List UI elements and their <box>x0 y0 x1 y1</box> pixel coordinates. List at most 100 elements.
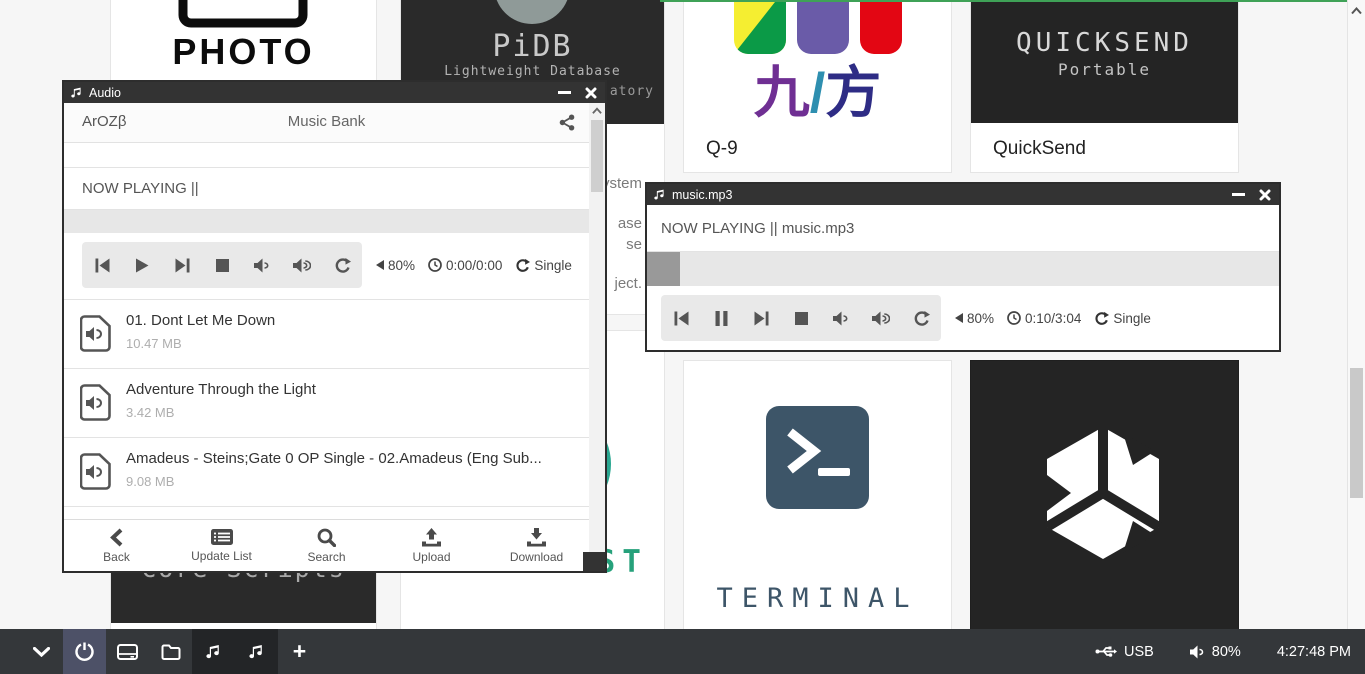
audio-file-icon <box>80 453 111 495</box>
quicksend-label: QuickSend <box>993 138 1086 160</box>
audio-window: Audio ArOZβ Music Bank NOW PLAYING || <box>62 80 607 573</box>
scroll-up-icon[interactable] <box>592 107 602 115</box>
volume-tray-status[interactable]: 80% <box>1190 644 1241 660</box>
skip-forward-button[interactable] <box>741 295 781 341</box>
upload-button[interactable]: Upload <box>379 520 484 571</box>
q9-slash: / <box>810 61 826 124</box>
q9-square-yellowgreen <box>734 0 786 54</box>
stop-button[interactable] <box>781 295 821 341</box>
list-icon <box>210 528 234 546</box>
terminal-icon <box>766 406 869 509</box>
hide-taskbar-button[interactable] <box>20 629 63 674</box>
minimize-button[interactable] <box>1232 193 1245 196</box>
volume-status: 80% <box>955 311 994 326</box>
skip-back-button[interactable] <box>82 242 122 288</box>
song-list-item[interactable]: Amadeus - Steins;Gate 0 OP Single - 02.A… <box>64 438 589 507</box>
skip-back-button[interactable] <box>661 295 701 341</box>
volume-down-button[interactable] <box>242 242 282 288</box>
clock-icon <box>428 258 442 272</box>
app-card-unity[interactable] <box>970 360 1239 632</box>
now-playing-text: NOW PLAYING || <box>82 180 199 197</box>
add-app-button[interactable]: + <box>278 629 321 674</box>
chevron-down-icon <box>33 647 50 657</box>
time-status: 0:00/0:00 <box>428 258 502 273</box>
player-window-titlebar[interactable]: music.mp3 <box>647 184 1279 205</box>
q9-square-purple <box>797 0 849 54</box>
update-list-button[interactable]: Update List <box>169 520 274 571</box>
section-title: Music Bank <box>64 113 589 130</box>
mode-status-value: Single <box>534 258 572 273</box>
share-icon[interactable] <box>559 114 575 136</box>
page-scrollbar-thumb[interactable] <box>1350 368 1363 498</box>
taskbar: + USB 80% 4:27:48 PM <box>0 629 1365 674</box>
song-list-item[interactable]: 01. Dont Let Me Down 10.47 MB <box>64 300 589 369</box>
app-card-terminal[interactable]: TERMINAL <box>683 360 952 632</box>
audio-window-title: Audio <box>89 86 121 100</box>
clock-icon <box>1007 311 1021 325</box>
pidb-desc-fragment: ject. <box>614 275 642 292</box>
system-tray: USB 80% 4:27:48 PM <box>1095 629 1351 674</box>
tray-volume-value: 80% <box>1212 644 1241 660</box>
volume-down-button[interactable] <box>821 295 861 341</box>
close-button[interactable] <box>585 87 597 99</box>
scroll-up-icon[interactable] <box>1351 7 1362 15</box>
song-list-item[interactable]: Adventure Through the Light 3.42 MB <box>64 369 589 438</box>
q9-label: Q-9 <box>706 138 738 160</box>
audio-file-icon <box>80 384 111 426</box>
play-button[interactable] <box>122 242 162 288</box>
pause-button[interactable] <box>701 295 741 341</box>
desktop: PHOTO PiDB Lightweight Database atory ys… <box>0 0 1365 674</box>
music-note-icon <box>654 188 666 201</box>
upload-label: Upload <box>412 550 450 564</box>
audio-window-titlebar[interactable]: Audio <box>64 82 605 103</box>
player-progress-bar[interactable] <box>647 252 1279 286</box>
audio-scrollbar-thumb[interactable] <box>591 120 603 192</box>
clock[interactable]: 4:27:48 PM <box>1277 644 1351 660</box>
hard-drive-icon <box>117 644 138 660</box>
terminal-wordmark: TERMINAL <box>684 583 951 614</box>
audio-toolbar: Back Update List Search Upload Download <box>64 519 589 571</box>
player-window: music.mp3 NOW PLAYING || music.mp3 <box>645 182 1281 352</box>
repeat-icon <box>1094 311 1109 326</box>
repeat-button[interactable] <box>322 242 362 288</box>
song-size: 3.42 MB <box>126 405 174 420</box>
search-button[interactable]: Search <box>274 520 379 571</box>
audio-progress-bar[interactable] <box>64 210 589 233</box>
chevron-left-icon <box>110 528 123 547</box>
update-list-label: Update List <box>191 549 252 563</box>
folder-icon <box>161 644 181 660</box>
download-button[interactable]: Download <box>484 520 589 571</box>
skip-forward-button[interactable] <box>162 242 202 288</box>
back-button[interactable]: Back <box>64 520 169 571</box>
time-status-value: 0:00/0:00 <box>446 258 502 273</box>
search-icon <box>317 528 336 547</box>
pidb-desc-fragment: ase <box>618 215 642 232</box>
volume-up-button[interactable] <box>861 295 901 341</box>
song-title: Adventure Through the Light <box>126 381 579 398</box>
pidb-title: PiDB <box>401 29 664 64</box>
resize-grip[interactable] <box>583 552 605 571</box>
volume-up-button[interactable] <box>282 242 322 288</box>
audio-window-scrollbar[interactable] <box>589 103 605 571</box>
minimize-button[interactable] <box>558 91 571 94</box>
quicksend-title: QUICKSEND <box>971 28 1238 58</box>
player-buttons <box>661 295 941 341</box>
download-label: Download <box>510 550 563 564</box>
usb-status[interactable]: USB <box>1095 644 1154 660</box>
storage-button[interactable] <box>106 629 149 674</box>
quicksend-tagline: Portable <box>971 60 1238 79</box>
app-card-q9[interactable]: 九/方 Q-9 <box>683 0 952 173</box>
page-scrollbar[interactable] <box>1347 0 1365 629</box>
upload-icon <box>421 528 442 547</box>
close-button[interactable] <box>1259 189 1271 201</box>
player-progress-fill <box>647 252 680 286</box>
file-explorer-button[interactable] <box>149 629 192 674</box>
stop-button[interactable] <box>202 242 242 288</box>
taskbar-audio-window-button[interactable] <box>192 629 235 674</box>
usb-label: USB <box>1124 644 1154 660</box>
music-note-icon <box>249 643 265 660</box>
taskbar-player-window-button[interactable] <box>235 629 278 674</box>
power-button[interactable] <box>63 629 106 674</box>
repeat-button[interactable] <box>901 295 941 341</box>
app-card-quicksend[interactable]: QUICKSEND Portable QuickSend <box>970 0 1239 173</box>
